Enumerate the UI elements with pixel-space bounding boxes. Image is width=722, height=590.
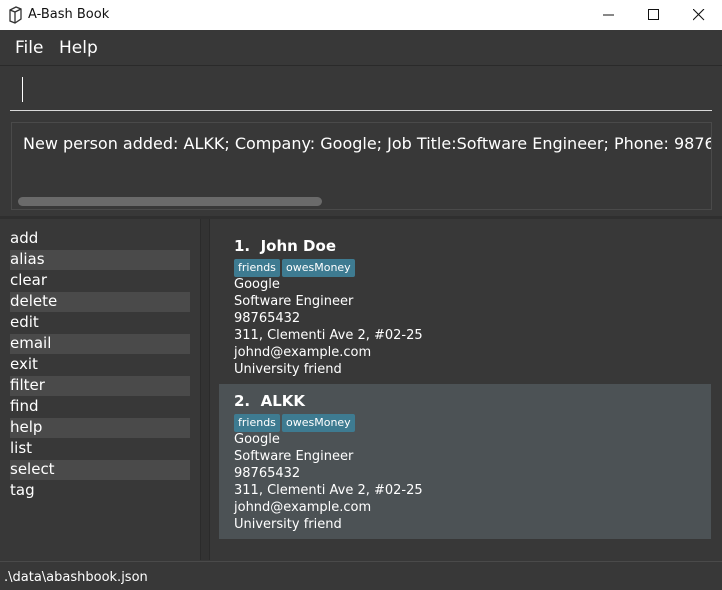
menu-help[interactable]: Help (59, 38, 98, 58)
command-item-add[interactable]: add (10, 229, 190, 249)
command-item-select[interactable]: select (10, 460, 190, 480)
person-card[interactable]: 1. John Doe friends owesMoney Google Sof… (219, 229, 711, 384)
person-phone: 98765432 (234, 466, 301, 481)
command-item-find[interactable]: find (10, 397, 190, 417)
person-job-title: Software Engineer (234, 449, 354, 464)
person-email: johnd@example.com (234, 500, 372, 515)
command-item-tag[interactable]: tag (10, 481, 190, 501)
person-address: 311, Clementi Ave 2, #02-25 (234, 483, 423, 498)
tag-badge: owesMoney (282, 259, 355, 277)
window-title: A-Bash Book (28, 7, 110, 22)
text-caret (22, 77, 23, 102)
tag-badge: friends (234, 414, 280, 432)
title-bar: A-Bash Book (0, 0, 722, 30)
person-email: johnd@example.com (234, 345, 372, 360)
scrollbar-thumb[interactable] (18, 197, 322, 206)
tag-badge: friends (234, 259, 280, 277)
result-horizontal-scrollbar[interactable] (18, 197, 706, 206)
person-company: Google (234, 277, 280, 292)
person-list-panel: 1. John Doe friends owesMoney Google Sof… (210, 219, 722, 560)
command-item-help[interactable]: help (10, 418, 190, 438)
result-display: New person added: ALKK; Company: Google;… (11, 122, 712, 210)
person-job-title: Software Engineer (234, 294, 354, 309)
minimize-button[interactable] (586, 0, 632, 30)
app-icon (7, 6, 23, 24)
command-list: add alias clear delete edit email exit f… (0, 219, 200, 559)
status-bar: .\data\abashbook.json (0, 561, 722, 590)
person-company: Google (234, 432, 280, 447)
person-card-selected[interactable]: 2. ALKK friends owesMoney Google Softwar… (219, 384, 711, 539)
save-location: .\data\abashbook.json (4, 570, 148, 585)
command-item-alias[interactable]: alias (10, 250, 190, 270)
command-item-edit[interactable]: edit (10, 313, 190, 333)
split-pane-divider[interactable] (200, 219, 210, 560)
close-button[interactable] (676, 0, 722, 30)
command-item-list[interactable]: list (10, 439, 190, 459)
person-name: 1. John Doe (234, 237, 336, 255)
command-item-delete[interactable]: delete (10, 292, 190, 312)
person-remark: University friend (234, 517, 342, 532)
person-list: 1. John Doe friends owesMoney Google Sof… (219, 229, 711, 539)
command-item-filter[interactable]: filter (10, 376, 190, 396)
person-phone: 98765432 (234, 311, 301, 326)
result-message: New person added: ALKK; Company: Google;… (23, 134, 712, 153)
maximize-button[interactable] (631, 0, 677, 30)
person-remark: University friend (234, 362, 342, 377)
person-name: 2. ALKK (234, 392, 306, 410)
menu-bar: File Help (0, 30, 722, 66)
command-input[interactable] (10, 67, 712, 111)
command-box (0, 67, 722, 117)
menu-file[interactable]: File (15, 38, 43, 58)
command-item-exit[interactable]: exit (10, 355, 190, 375)
command-item-email[interactable]: email (10, 334, 190, 354)
person-address: 311, Clementi Ave 2, #02-25 (234, 328, 423, 343)
tag-badge: owesMoney (282, 414, 355, 432)
command-item-clear[interactable]: clear (10, 271, 190, 291)
